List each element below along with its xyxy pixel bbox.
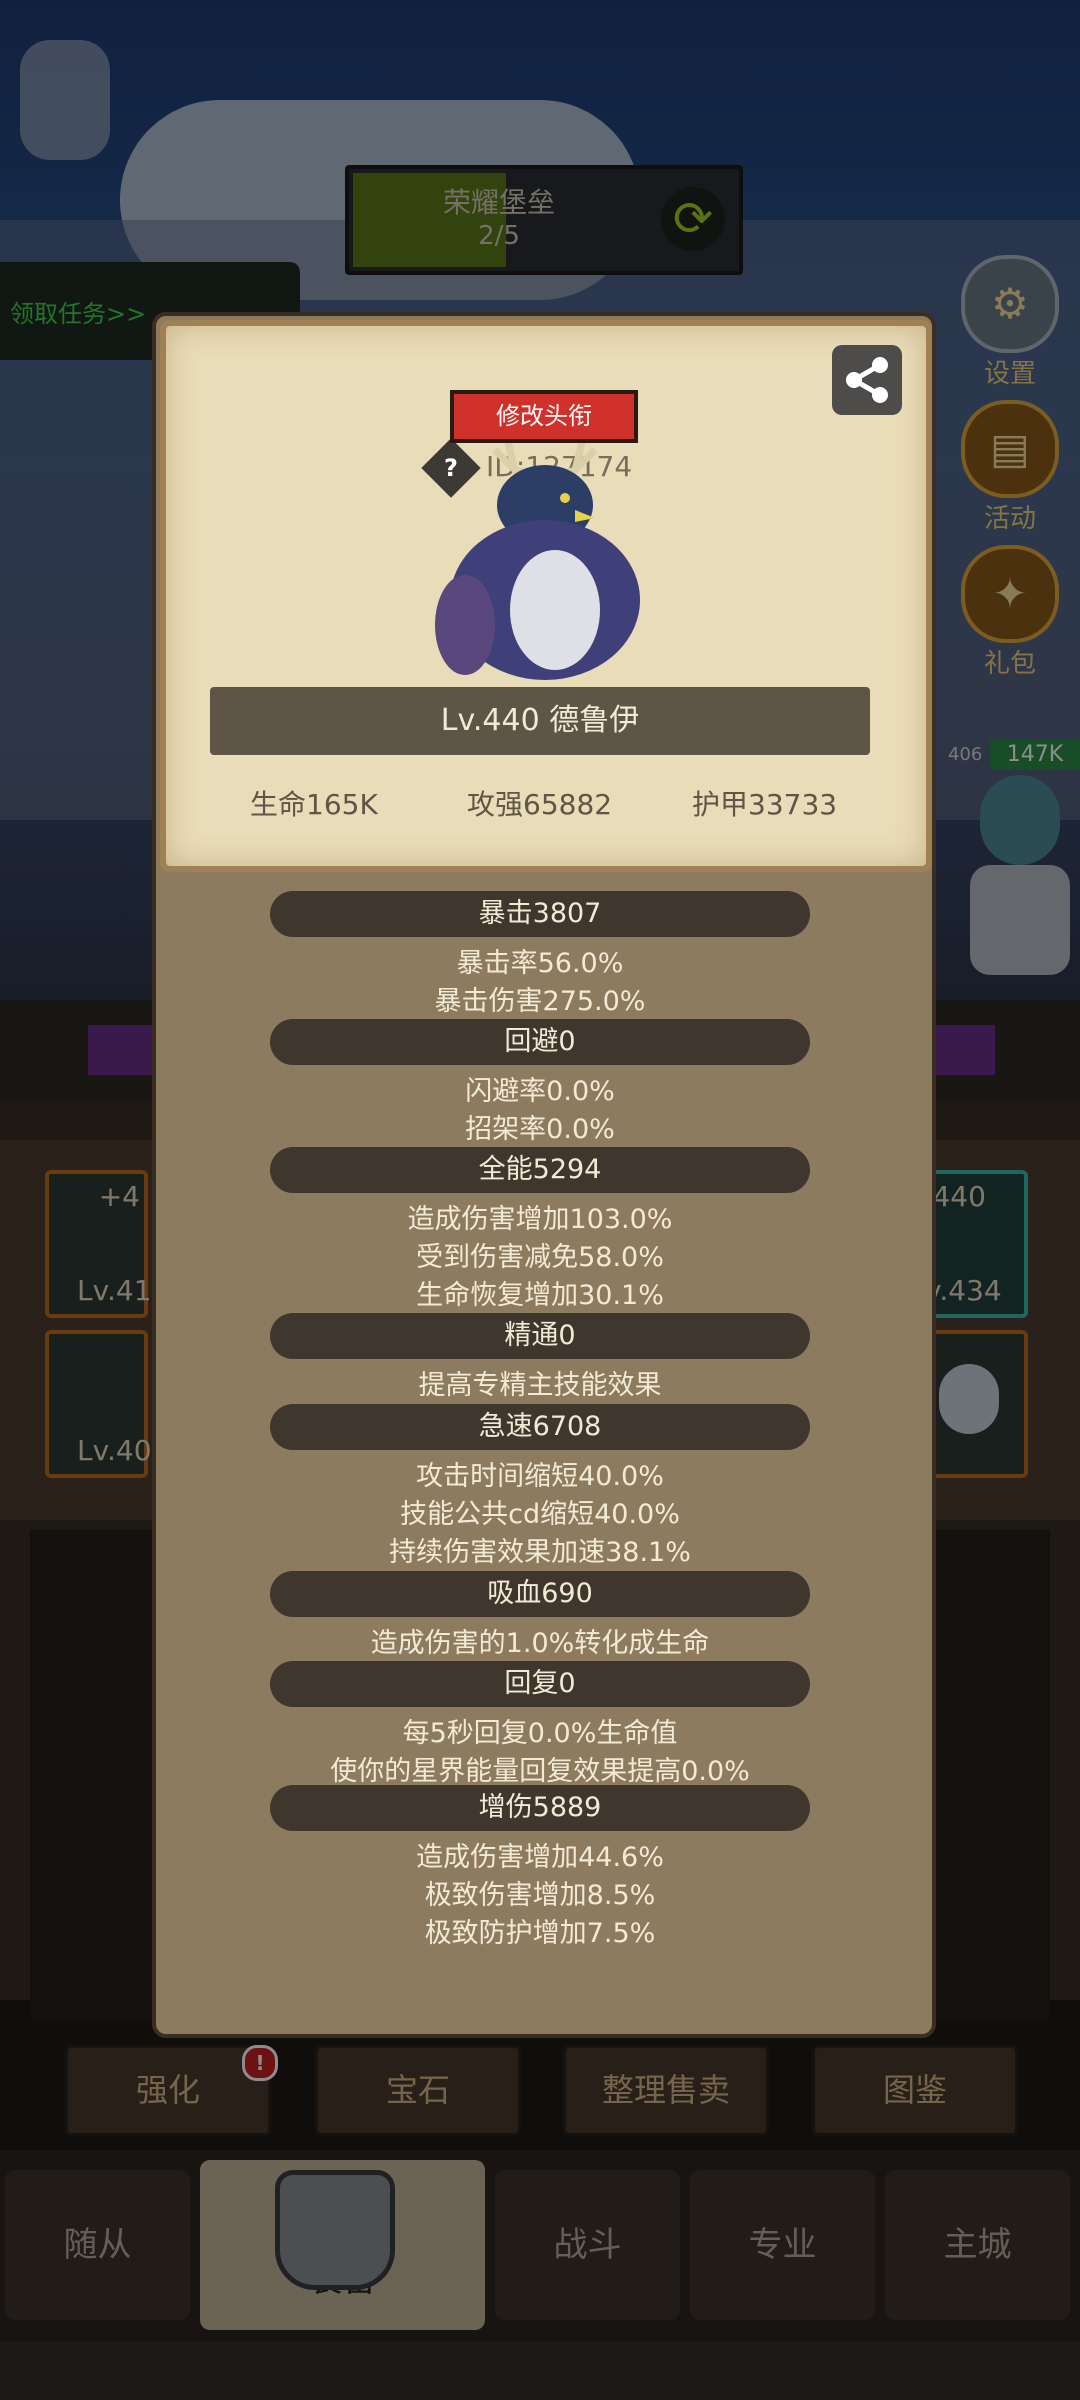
share-button[interactable] bbox=[832, 345, 902, 415]
hero-name-bar: Lv.440 德鲁伊 bbox=[210, 687, 870, 755]
stat-armor: 护甲33733 bbox=[692, 788, 838, 821]
druid-portrait bbox=[435, 410, 655, 690]
section-line: 使你的星界能量回复效果提高0.0% bbox=[330, 1756, 750, 1787]
section-line: 生命恢复增加30.1% bbox=[416, 1280, 664, 1311]
section-line: 造成伤害增加44.6% bbox=[416, 1842, 664, 1873]
section-header-crit: 暴击3807 bbox=[270, 891, 810, 937]
section-line: 招架率0.0% bbox=[465, 1114, 615, 1145]
stat-attack: 攻强65882 bbox=[467, 788, 613, 821]
share-icon bbox=[846, 357, 888, 403]
section-line: 极致防护增加7.5% bbox=[424, 1918, 656, 1949]
section-line: 提高专精主技能效果 bbox=[418, 1370, 662, 1401]
section-header-haste: 急速6708 bbox=[270, 1404, 810, 1450]
section-line: 造成伤害的1.0%转化成生命 bbox=[370, 1628, 710, 1659]
section-line: 闪避率0.0% bbox=[465, 1076, 615, 1107]
section-line: 技能公共cd缩短40.0% bbox=[400, 1499, 680, 1530]
section-header-dodge: 回避0 bbox=[270, 1019, 810, 1065]
section-line: 受到伤害减免58.0% bbox=[416, 1242, 664, 1273]
section-line: 攻击时间缩短40.0% bbox=[416, 1461, 664, 1492]
section-header-damage-bonus: 增伤5889 bbox=[270, 1785, 810, 1831]
section-header-leech: 吸血690 bbox=[270, 1571, 810, 1617]
section-line: 暴击伤害275.0% bbox=[434, 986, 646, 1017]
section-line: 暴击率56.0% bbox=[456, 948, 624, 979]
stat-hp: 生命165K bbox=[250, 788, 378, 821]
section-header-regen: 回复0 bbox=[270, 1661, 810, 1707]
change-title-button[interactable]: 修改头衔 bbox=[450, 390, 638, 443]
section-line: 持续伤害效果加速38.1% bbox=[389, 1537, 691, 1568]
section-header-versatility: 全能5294 bbox=[270, 1147, 810, 1193]
section-header-mastery: 精通0 bbox=[270, 1313, 810, 1359]
section-line: 极致伤害增加8.5% bbox=[424, 1880, 656, 1911]
section-line: 每5秒回复0.0%生命值 bbox=[402, 1718, 678, 1749]
section-line: 造成伤害增加103.0% bbox=[407, 1204, 673, 1235]
